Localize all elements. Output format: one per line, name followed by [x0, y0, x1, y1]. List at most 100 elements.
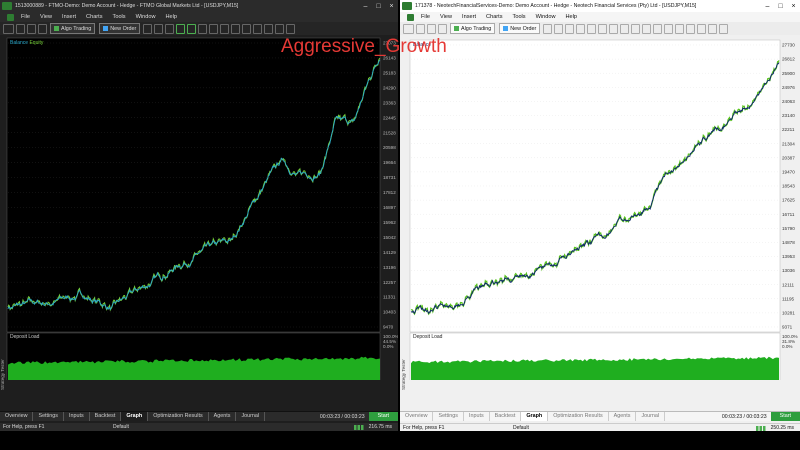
- chart-tool-icon[interactable]: [154, 23, 164, 34]
- menu-view[interactable]: View: [440, 14, 452, 20]
- menu-window[interactable]: Window: [136, 14, 156, 20]
- tab-overview[interactable]: Overview: [400, 412, 434, 421]
- menu-charts[interactable]: Charts: [86, 14, 102, 20]
- y-tick-label: 25183: [383, 70, 396, 75]
- chart-shift-icon[interactable]: [653, 23, 663, 34]
- chart-tool-icon[interactable]: [143, 23, 153, 34]
- tab-graph[interactable]: Graph: [521, 412, 549, 421]
- objects-icon[interactable]: [697, 23, 707, 34]
- periods-icon[interactable]: [275, 23, 285, 34]
- navigator-icon[interactable]: [438, 23, 447, 34]
- close-icon[interactable]: ×: [787, 3, 800, 10]
- chart-tool-icon[interactable]: [565, 23, 575, 34]
- strategy-tester-side-tab[interactable]: Strategy Tester: [0, 340, 8, 410]
- close-icon[interactable]: ×: [385, 3, 398, 10]
- y-tick-label: 9371: [782, 325, 793, 330]
- candle-chart-icon[interactable]: [587, 23, 597, 34]
- chart-tool-icon[interactable]: [543, 23, 553, 34]
- new-chart-icon[interactable]: [3, 23, 14, 34]
- grid-icon[interactable]: [231, 23, 241, 34]
- tab-backtest[interactable]: Backtest: [90, 412, 122, 421]
- start-button[interactable]: Start: [368, 412, 398, 421]
- indicators-icon[interactable]: [664, 23, 674, 34]
- y-tick-label: 12111: [782, 282, 795, 287]
- algo-trading-button[interactable]: Algo Trading: [450, 23, 496, 34]
- autoscroll-icon[interactable]: [242, 23, 252, 34]
- connection-icon: [755, 425, 768, 431]
- chart-tool-icon[interactable]: [165, 23, 175, 34]
- new-chart-icon[interactable]: [403, 23, 414, 34]
- chart-tool-icon[interactable]: [554, 23, 564, 34]
- y-tick-label: 13036: [782, 268, 795, 273]
- tab-settings[interactable]: Settings: [33, 412, 64, 421]
- test-timer: 00:03:23 / 00:03:23: [319, 413, 365, 420]
- chart-shift-icon[interactable]: [253, 23, 263, 34]
- bar-chart-icon[interactable]: [576, 23, 586, 34]
- profiles-icon[interactable]: [416, 23, 425, 34]
- left-window-title: 1513000889 - FTMO-Demo: Demo Account - H…: [15, 3, 239, 9]
- templates-icon[interactable]: [286, 23, 296, 34]
- y-tick-label: 15790: [782, 226, 795, 231]
- line-chart-icon[interactable]: [598, 23, 608, 34]
- menu-file[interactable]: File: [21, 14, 30, 20]
- tab-agents[interactable]: Agents: [209, 412, 237, 421]
- y-tick-label: 26812: [782, 57, 795, 62]
- bar-chart-icon[interactable]: [176, 23, 186, 34]
- tab-inputs[interactable]: Inputs: [464, 412, 490, 421]
- menu-help[interactable]: Help: [166, 14, 178, 20]
- start-button[interactable]: Start: [770, 412, 800, 421]
- menu-logo-icon: [407, 13, 414, 21]
- navigator-icon[interactable]: [38, 23, 47, 34]
- zoom-in-icon[interactable]: [209, 23, 219, 34]
- legend-equity: Equity: [29, 40, 44, 46]
- menu-view[interactable]: View: [40, 14, 52, 20]
- indicators-icon[interactable]: [264, 23, 274, 34]
- y-tick-label: 19470: [782, 170, 795, 175]
- new-order-button[interactable]: New Order: [499, 23, 541, 34]
- maximize-icon[interactable]: □: [774, 3, 787, 10]
- market-watch-icon[interactable]: [27, 23, 36, 34]
- tester-icon[interactable]: [719, 23, 729, 34]
- menu-file[interactable]: File: [421, 14, 430, 20]
- y-tick-label: 14878: [782, 240, 795, 245]
- tab-journal[interactable]: Journal: [236, 412, 266, 421]
- tab-optimization-results[interactable]: Optimization Results: [148, 412, 209, 421]
- autoscroll-icon[interactable]: [642, 23, 652, 34]
- tab-agents[interactable]: Agents: [609, 412, 637, 421]
- menu-window[interactable]: Window: [536, 14, 556, 20]
- profiles-icon[interactable]: [16, 23, 25, 34]
- tab-graph[interactable]: Graph: [121, 412, 149, 421]
- tab-optimization-results[interactable]: Optimization Results: [548, 412, 609, 421]
- zoom-out-icon[interactable]: [620, 23, 630, 34]
- tab-inputs[interactable]: Inputs: [64, 412, 90, 421]
- candle-chart-icon[interactable]: [187, 23, 197, 34]
- tab-journal[interactable]: Journal: [636, 412, 666, 421]
- new-order-button[interactable]: New Order: [99, 23, 141, 34]
- periods-icon[interactable]: [675, 23, 685, 34]
- tab-backtest[interactable]: Backtest: [490, 412, 522, 421]
- menu-tools[interactable]: Tools: [513, 14, 526, 20]
- y-tick-label: 19664: [383, 160, 396, 165]
- status-profile: Default: [113, 424, 129, 430]
- algo-trading-label: Algo Trading: [461, 25, 492, 32]
- strategy-tester-side-tab[interactable]: Strategy Tester: [401, 340, 409, 410]
- algo-trading-button[interactable]: Algo Trading: [50, 23, 96, 34]
- maximize-icon[interactable]: □: [372, 3, 385, 10]
- minimize-icon[interactable]: –: [359, 3, 372, 10]
- templates-icon[interactable]: [686, 23, 696, 34]
- menu-insert[interactable]: Insert: [462, 14, 476, 20]
- menu-charts[interactable]: Charts: [486, 14, 502, 20]
- grid-icon[interactable]: [631, 23, 641, 34]
- zoom-out-icon[interactable]: [220, 23, 230, 34]
- menu-insert[interactable]: Insert: [62, 14, 76, 20]
- tab-settings[interactable]: Settings: [433, 412, 464, 421]
- minimize-icon[interactable]: –: [761, 3, 774, 10]
- terminal-icon[interactable]: [708, 23, 718, 34]
- menu-tools[interactable]: Tools: [113, 14, 126, 20]
- menu-help[interactable]: Help: [566, 14, 578, 20]
- left-report-graph: 2707326143251832429023363224452152820598…: [0, 35, 398, 380]
- line-chart-icon[interactable]: [198, 23, 208, 34]
- zoom-in-icon[interactable]: [609, 23, 619, 34]
- tab-overview[interactable]: Overview: [0, 412, 34, 421]
- market-watch-icon[interactable]: [427, 23, 436, 34]
